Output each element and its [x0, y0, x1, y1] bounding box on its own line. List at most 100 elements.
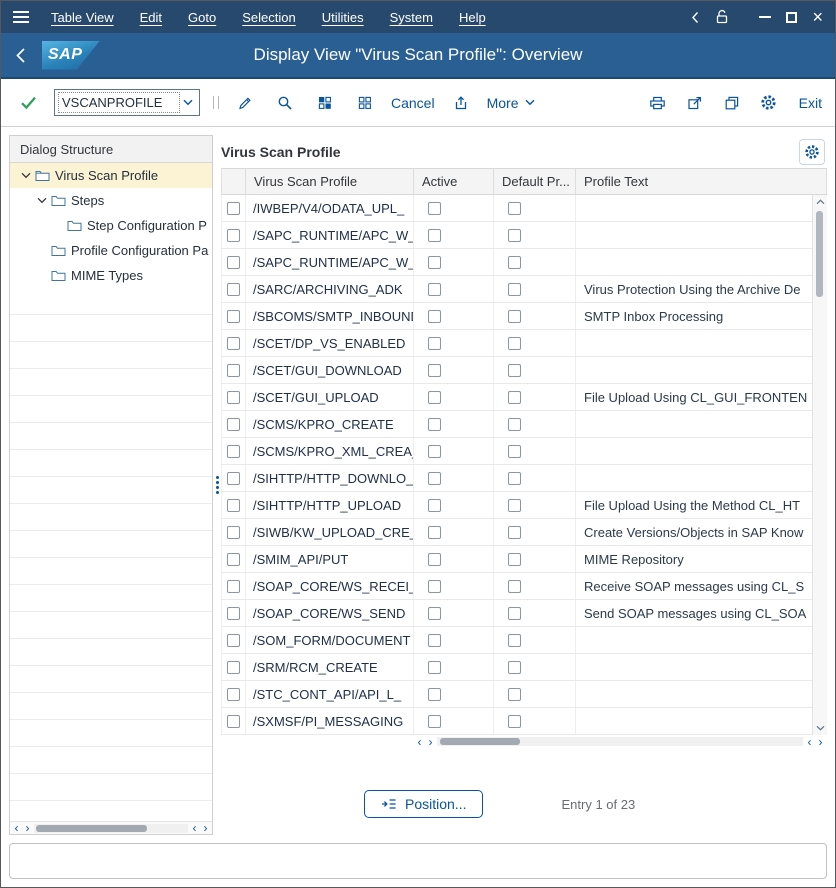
menu-system[interactable]: System	[390, 10, 433, 25]
profile-name-cell[interactable]: /SCET/DP_VS_ENABLED	[246, 330, 414, 356]
row-select-checkbox[interactable]	[227, 472, 240, 485]
default-profile-checkbox[interactable]	[508, 418, 521, 431]
scroll-right-icon[interactable]: ›	[815, 736, 826, 748]
profile-name-cell[interactable]: /SARC/ARCHIVING_ADK	[246, 276, 414, 302]
table-row[interactable]: /SBCOMS/SMTP_INBOUNDSMTP Inbox Processin…	[221, 303, 827, 330]
default-profile-checkbox[interactable]	[508, 256, 521, 269]
table-row[interactable]: /SAPC_RUNTIME/APC_W_	[221, 249, 827, 276]
default-profile-checkbox[interactable]	[508, 310, 521, 323]
scrollbar-track[interactable]	[437, 737, 803, 746]
row-select-checkbox[interactable]	[227, 688, 240, 701]
table-row[interactable]: /SCET/GUI_UPLOADFile Upload Using CL_GUI…	[221, 384, 827, 411]
profile-name-cell[interactable]: /SIHTTP/HTTP_DOWNLO_	[246, 465, 414, 491]
cancel-button[interactable]: Cancel	[391, 95, 435, 111]
default-profile-checkbox[interactable]	[508, 445, 521, 458]
table-row[interactable]: /IWBEP/V4/ODATA_UPL_	[221, 195, 827, 222]
popout-icon[interactable]	[718, 89, 746, 117]
tree-item-step-configuration[interactable]: Step Configuration P	[10, 213, 212, 238]
row-select-checkbox[interactable]	[227, 661, 240, 674]
scroll-left-icon[interactable]: ‹	[11, 822, 22, 834]
row-select-checkbox[interactable]	[227, 499, 240, 512]
profile-name-cell[interactable]: /SBCOMS/SMTP_INBOUND	[246, 303, 414, 329]
profile-name-cell[interactable]: /SIHTTP/HTTP_UPLOAD	[246, 492, 414, 518]
continue-check-icon[interactable]	[14, 89, 42, 117]
active-checkbox[interactable]	[428, 661, 441, 674]
default-profile-checkbox[interactable]	[508, 472, 521, 485]
row-select-checkbox[interactable]	[227, 553, 240, 566]
tree-item-profile-configuration[interactable]: Profile Configuration Pa	[10, 238, 212, 263]
row-select-checkbox[interactable]	[227, 607, 240, 620]
default-profile-checkbox[interactable]	[508, 337, 521, 350]
table-row[interactable]: /SOM_FORM/DOCUMENT	[221, 627, 827, 654]
active-checkbox[interactable]	[428, 418, 441, 431]
default-profile-checkbox[interactable]	[508, 634, 521, 647]
select-all-icon[interactable]	[311, 89, 339, 117]
active-checkbox[interactable]	[428, 283, 441, 296]
active-checkbox[interactable]	[428, 472, 441, 485]
scrollbar-thumb[interactable]	[36, 825, 147, 832]
select-all-header-cell[interactable]	[222, 169, 246, 194]
gui-settings-gear-icon[interactable]	[755, 89, 783, 117]
row-select-checkbox[interactable]	[227, 418, 240, 431]
command-input[interactable]	[60, 94, 178, 111]
row-select-checkbox[interactable]	[227, 364, 240, 377]
row-select-checkbox[interactable]	[227, 337, 240, 350]
active-checkbox[interactable]	[428, 715, 441, 728]
menu-edit[interactable]: Edit	[140, 10, 162, 25]
table-settings-button[interactable]	[799, 139, 825, 165]
scrollbar-track[interactable]	[813, 209, 827, 721]
scroll-left-icon[interactable]: ‹	[414, 736, 425, 748]
table-row[interactable]: /SCMS/KPRO_XML_CREA_	[221, 438, 827, 465]
command-field-resize-grip[interactable]	[213, 96, 219, 109]
active-checkbox[interactable]	[428, 634, 441, 647]
profile-name-cell[interactable]: /IWBEP/V4/ODATA_UPL_	[246, 195, 414, 221]
table-row[interactable]: /SIHTTP/HTTP_DOWNLO_	[221, 465, 827, 492]
default-profile-checkbox[interactable]	[508, 499, 521, 512]
profile-name-cell[interactable]: /SOM_FORM/DOCUMENT	[246, 627, 414, 653]
tree-item-steps[interactable]: Steps	[10, 188, 212, 213]
row-select-checkbox[interactable]	[227, 256, 240, 269]
profile-name-cell[interactable]: /SCMS/KPRO_CREATE	[246, 411, 414, 437]
panel-splitter[interactable]	[213, 135, 221, 835]
default-profile-checkbox[interactable]	[508, 391, 521, 404]
default-profile-checkbox[interactable]	[508, 607, 521, 620]
profile-name-cell[interactable]: /SAPC_RUNTIME/APC_W_	[246, 249, 414, 275]
scroll-right-icon[interactable]: ›	[22, 822, 33, 834]
table-row[interactable]: /STC_CONT_API/API_L_	[221, 681, 827, 708]
more-button[interactable]: More	[487, 95, 535, 111]
deselect-all-icon[interactable]	[351, 89, 379, 117]
table-row[interactable]: /SXMSF/PI_MESSAGING	[221, 708, 827, 735]
back-chevron-icon[interactable]	[15, 47, 26, 64]
active-checkbox[interactable]	[428, 310, 441, 323]
scroll-left-icon[interactable]: ‹	[804, 736, 815, 748]
default-profile-checkbox[interactable]	[508, 580, 521, 593]
scroll-left-icon[interactable]: ‹	[189, 822, 200, 834]
active-checkbox[interactable]	[428, 499, 441, 512]
row-select-checkbox[interactable]	[227, 526, 240, 539]
position-button[interactable]: Position...	[364, 790, 483, 818]
table-row[interactable]: /SAPC_RUNTIME/APC_W_	[221, 222, 827, 249]
table-row[interactable]: /SRM/RCM_CREATE	[221, 654, 827, 681]
default-profile-checkbox[interactable]	[508, 526, 521, 539]
active-checkbox[interactable]	[428, 391, 441, 404]
active-checkbox[interactable]	[428, 580, 441, 593]
minimize-icon[interactable]	[759, 16, 771, 18]
menu-table-view[interactable]: Table View	[51, 10, 114, 25]
active-checkbox[interactable]	[428, 364, 441, 377]
menu-goto[interactable]: Goto	[188, 10, 216, 25]
row-select-checkbox[interactable]	[227, 391, 240, 404]
active-checkbox[interactable]	[428, 202, 441, 215]
row-select-checkbox[interactable]	[227, 634, 240, 647]
default-profile-checkbox[interactable]	[508, 688, 521, 701]
default-profile-checkbox[interactable]	[508, 229, 521, 242]
table-row[interactable]: /SOAP_CORE/WS_RECEI_Receive SOAP message…	[221, 573, 827, 600]
exit-button[interactable]: Exit	[799, 95, 822, 111]
upload-icon[interactable]	[447, 89, 475, 117]
table-row[interactable]: /SARC/ARCHIVING_ADKVirus Protection Usin…	[221, 276, 827, 303]
menu-selection[interactable]: Selection	[242, 10, 295, 25]
print-icon[interactable]	[644, 89, 672, 117]
unlock-icon[interactable]	[715, 9, 729, 25]
maximize-icon[interactable]	[786, 12, 797, 23]
menu-help[interactable]: Help	[459, 10, 486, 25]
table-row[interactable]: /SCMS/KPRO_CREATE	[221, 411, 827, 438]
